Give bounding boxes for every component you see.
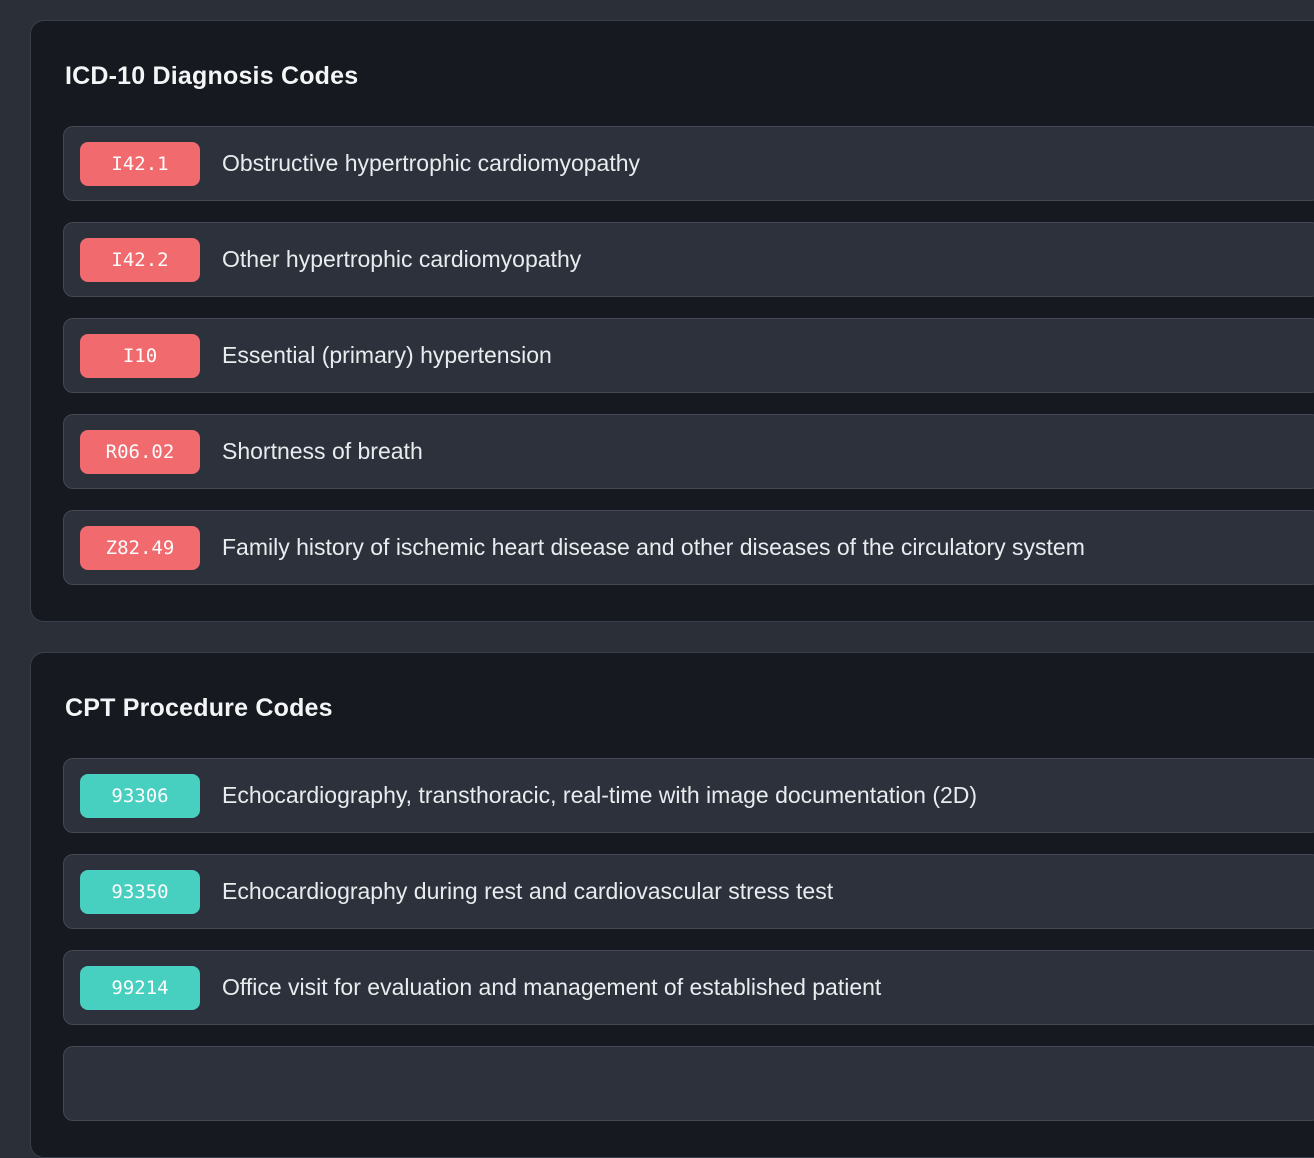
page: { "colors": { "page_bg": "#2b2f38", "car… [0,0,1314,1048]
code-row[interactable]: I10 Essential (primary) hypertension [63,318,1314,393]
section-card-icd10: ICD-10 Diagnosis Codes I42.1 Obstructive… [30,20,1314,622]
code-description: Essential (primary) hypertension [222,342,552,369]
code-badge: I42.1 [80,142,200,186]
code-description: Obstructive hypertrophic cardiomyopathy [222,150,640,177]
code-badge: 93306 [80,774,200,818]
section-title: ICD-10 Diagnosis Codes [65,61,1314,91]
code-row[interactable]: I42.2 Other hypertrophic cardiomyopathy [63,222,1314,297]
code-badge: I10 [80,334,200,378]
code-badge: I42.2 [80,238,200,282]
code-row[interactable]: 93350 Echocardiography during rest and c… [63,854,1314,929]
code-description: Shortness of breath [222,438,423,465]
code-description: Family history of ischemic heart disease… [222,534,1085,561]
code-row[interactable]: R06.02 Shortness of breath [63,414,1314,489]
code-row[interactable]: I42.1 Obstructive hypertrophic cardiomyo… [63,126,1314,201]
code-badge: R06.02 [80,430,200,474]
code-row[interactable]: Z82.49 Family history of ischemic heart … [63,510,1314,585]
code-description: Office visit for evaluation and manageme… [222,974,881,1001]
code-badge: 93350 [80,870,200,914]
code-row[interactable]: 99214 Office visit for evaluation and ma… [63,950,1314,1025]
section-title: CPT Procedure Codes [65,693,1314,723]
code-row[interactable]: 93306 Echocardiography, transthoracic, r… [63,758,1314,833]
code-badge: Z82.49 [80,526,200,570]
code-badge: 99214 [80,966,200,1010]
code-description: Echocardiography, transthoracic, real-ti… [222,782,977,809]
code-row-list: I42.1 Obstructive hypertrophic cardiomyo… [63,126,1314,585]
code-row-partial [63,1046,1314,1121]
code-sections: ICD-10 Diagnosis Codes I42.1 Obstructive… [0,0,1314,1158]
code-description: Echocardiography during rest and cardiov… [222,878,833,905]
code-row-list: 93306 Echocardiography, transthoracic, r… [63,758,1314,1121]
code-description: Other hypertrophic cardiomyopathy [222,246,581,273]
section-card-cpt: CPT Procedure Codes 93306 Echocardiograp… [30,652,1314,1158]
